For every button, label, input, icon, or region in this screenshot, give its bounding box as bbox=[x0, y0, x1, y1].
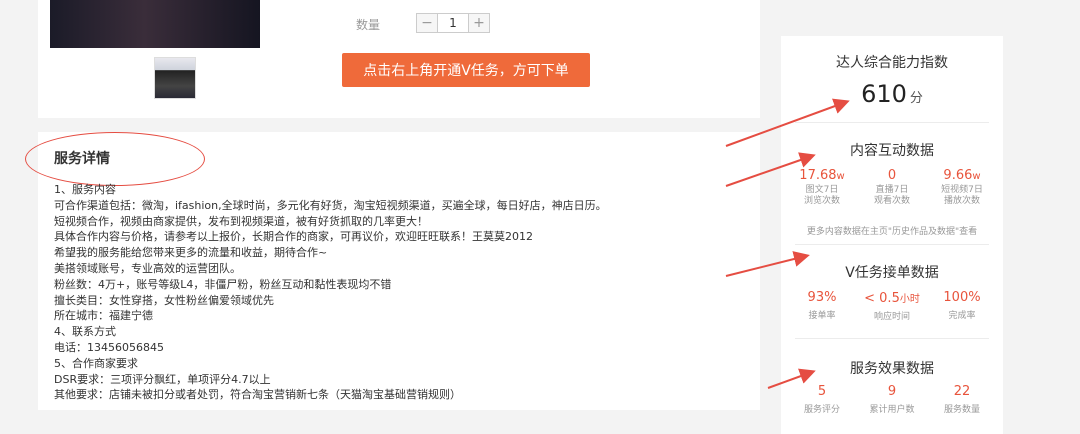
annotation-arrows bbox=[725, 98, 850, 389]
arrow-icon bbox=[725, 98, 850, 147]
arrow-icon bbox=[725, 251, 810, 277]
arrow-icon bbox=[725, 152, 816, 187]
arrow-icon bbox=[767, 368, 816, 389]
